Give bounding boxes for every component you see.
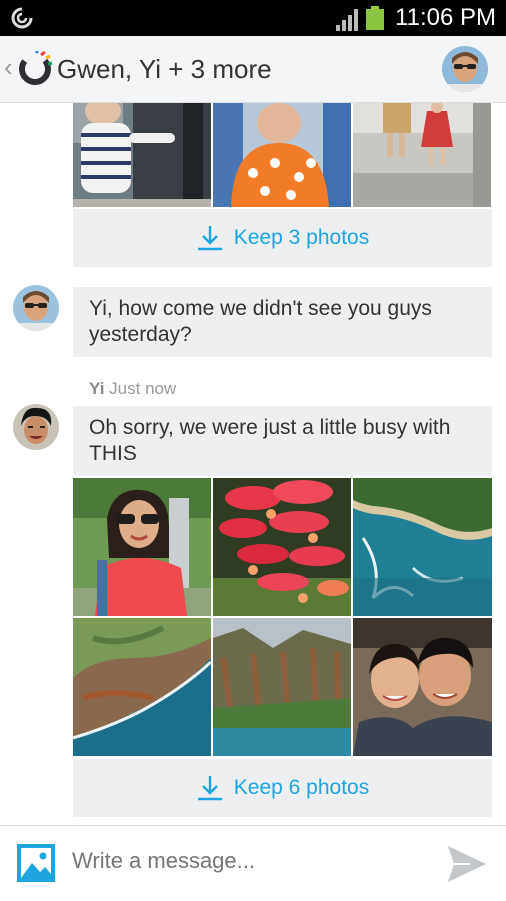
message-meta: Yi Just now — [89, 379, 176, 399]
message-feed[interactable]: Keep 3 photos Yi, how come we didn't see… — [0, 103, 506, 825]
message-input[interactable] — [72, 848, 412, 874]
photo-thumbnail[interactable] — [73, 478, 211, 616]
message-time: Just now — [109, 379, 177, 398]
keep-photos-button[interactable]: Keep 3 photos — [73, 209, 492, 267]
message-text: Oh sorry, we were just a little busy wit… — [89, 416, 451, 465]
keep-photos-button[interactable]: Keep 6 photos — [73, 759, 492, 817]
battery-icon — [366, 6, 384, 30]
send-icon[interactable] — [446, 844, 488, 884]
avatar[interactable] — [13, 404, 59, 450]
photo-thumbnail[interactable] — [353, 478, 492, 616]
message-bubble[interactable]: Yi, how come we didn't see you guys yest… — [73, 287, 492, 357]
avatar-photo — [442, 46, 488, 92]
photo-thumbnail[interactable] — [73, 618, 211, 756]
message-text: Yi, how come we didn't see you guys yest… — [89, 297, 432, 346]
avatar-photo — [13, 404, 59, 450]
avatar-photo — [13, 285, 59, 331]
keep-photos-label: Keep 3 photos — [233, 226, 370, 249]
status-clock: 11:06 PM — [395, 4, 496, 31]
download-icon — [197, 226, 222, 251]
photo-thumbnail[interactable] — [353, 103, 491, 207]
photo-thumbnail[interactable] — [213, 478, 351, 616]
sender-name: Yi — [89, 379, 105, 398]
message-bubble[interactable]: Oh sorry, we were just a little busy wit… — [73, 406, 492, 476]
avatar[interactable] — [13, 285, 59, 331]
status-bar: 11:06 PM — [0, 0, 506, 36]
app-logo-icon[interactable] — [17, 51, 53, 87]
keep-photos-label: Keep 6 photos — [233, 776, 370, 799]
message-composer — [0, 825, 506, 901]
back-chevron-icon[interactable]: ‹ — [4, 52, 13, 82]
photo-grid — [73, 478, 492, 758]
app-bar: ‹ Gwen, Yi + 3 more — [0, 36, 506, 103]
photo-thumbnail[interactable] — [213, 103, 351, 207]
download-icon — [197, 776, 222, 801]
photo-thumbnail[interactable] — [213, 618, 351, 756]
photo-thumbnail[interactable] — [73, 103, 211, 207]
sync-icon — [11, 7, 33, 29]
header-avatar[interactable] — [442, 46, 488, 92]
signal-icon — [336, 9, 358, 31]
image-icon[interactable] — [16, 843, 56, 883]
photo-thumbnail[interactable] — [353, 618, 492, 756]
conversation-title[interactable]: Gwen, Yi + 3 more — [57, 52, 272, 86]
